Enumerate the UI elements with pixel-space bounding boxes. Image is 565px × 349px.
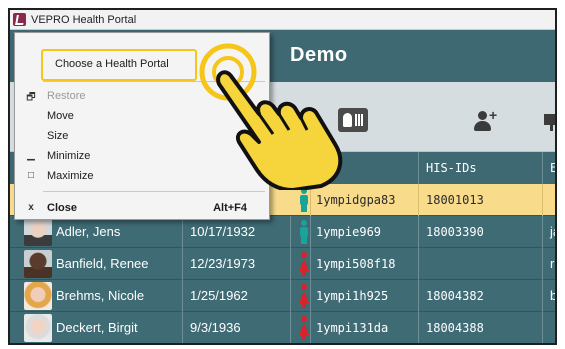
- patient-id: 1ympi131da: [316, 321, 389, 335]
- patient-name: Banfield, Renee: [56, 256, 149, 271]
- menu-item-label: Restore: [47, 90, 86, 102]
- patient-id: 1ympi1h925: [316, 289, 389, 303]
- presentation-icon[interactable]: [542, 108, 555, 132]
- his-id: 18003390: [426, 225, 484, 239]
- tap-gesture-hand-icon: [199, 43, 343, 190]
- table-row[interactable]: Brehms, Nicole 1/25/1962 1ympi1h925 1800…: [10, 280, 555, 312]
- close-icon: x: [28, 202, 34, 213]
- patient-avatar: [24, 314, 52, 342]
- male-icon: [298, 188, 310, 212]
- patient-email: re: [550, 256, 555, 271]
- column-header-his-ids[interactable]: HIS-IDs: [426, 161, 477, 175]
- male-icon: [298, 220, 310, 244]
- menu-item-label: Size: [47, 130, 69, 142]
- menu-item-shortcut: Alt+F4: [213, 202, 247, 214]
- table-row[interactable]: Banfield, Renee 12/23/1973 1ympi508f18 r…: [10, 248, 555, 280]
- female-icon: [298, 252, 310, 276]
- patient-id: 1ympidgpa83: [316, 193, 396, 207]
- patient-name: Deckert, Birgit: [56, 320, 138, 335]
- maximize-icon: □: [27, 170, 35, 181]
- patient-name: Brehms, Nicole: [56, 288, 145, 303]
- his-id: 18004388: [426, 321, 484, 335]
- patient-email: br: [550, 288, 557, 303]
- menu-item-label: Move: [47, 110, 74, 122]
- female-icon: [298, 316, 310, 340]
- female-icon: [298, 284, 310, 308]
- table-row[interactable]: Adler, Jens 10/17/1932 1ympie969 1800339…: [10, 216, 555, 248]
- window-title-bar[interactable]: VEPRO Health Portal: [10, 10, 555, 30]
- screenshot-frame: VEPRO Health Portal Demo + HIS-IDs E- 1y…: [8, 8, 557, 345]
- patient-dob: 9/3/1936: [190, 320, 241, 335]
- menu-item-label: Close: [47, 202, 77, 214]
- patient-id: 1ympie969: [316, 225, 382, 239]
- table-row[interactable]: Deckert, Birgit 9/3/1936 1ympi131da 1800…: [10, 312, 555, 343]
- column-header-email[interactable]: E-: [550, 161, 555, 175]
- window-title: VEPRO Health Portal: [31, 13, 137, 26]
- patient-dob: 1/25/1962: [190, 288, 248, 303]
- minimize-icon: ▁: [27, 150, 35, 161]
- patient-name: Adler, Jens: [56, 224, 121, 239]
- patient-email: ja: [550, 224, 555, 239]
- his-id: 18004382: [426, 289, 484, 303]
- column-separator[interactable]: [418, 152, 419, 184]
- column-separator[interactable]: [542, 152, 543, 184]
- patient-avatar: [24, 282, 52, 310]
- menu-item-label: Minimize: [47, 150, 91, 162]
- patient-dob: 12/23/1973: [190, 256, 256, 271]
- patient-avatar: [24, 218, 52, 246]
- patient-dob: 10/17/1932: [190, 224, 256, 239]
- menu-item-label: Choose a Health Portal: [55, 58, 169, 70]
- add-user-icon[interactable]: +: [472, 108, 502, 132]
- menu-separator: [43, 191, 265, 192]
- menu-item-label: Maximize: [47, 170, 94, 182]
- vepro-app-icon[interactable]: [13, 13, 26, 26]
- menu-item-close[interactable]: x Close Alt+F4: [15, 197, 269, 219]
- patient-avatar: [24, 250, 52, 278]
- patient-id: 1ympi508f18: [316, 257, 396, 271]
- his-id: 18001013: [426, 193, 484, 207]
